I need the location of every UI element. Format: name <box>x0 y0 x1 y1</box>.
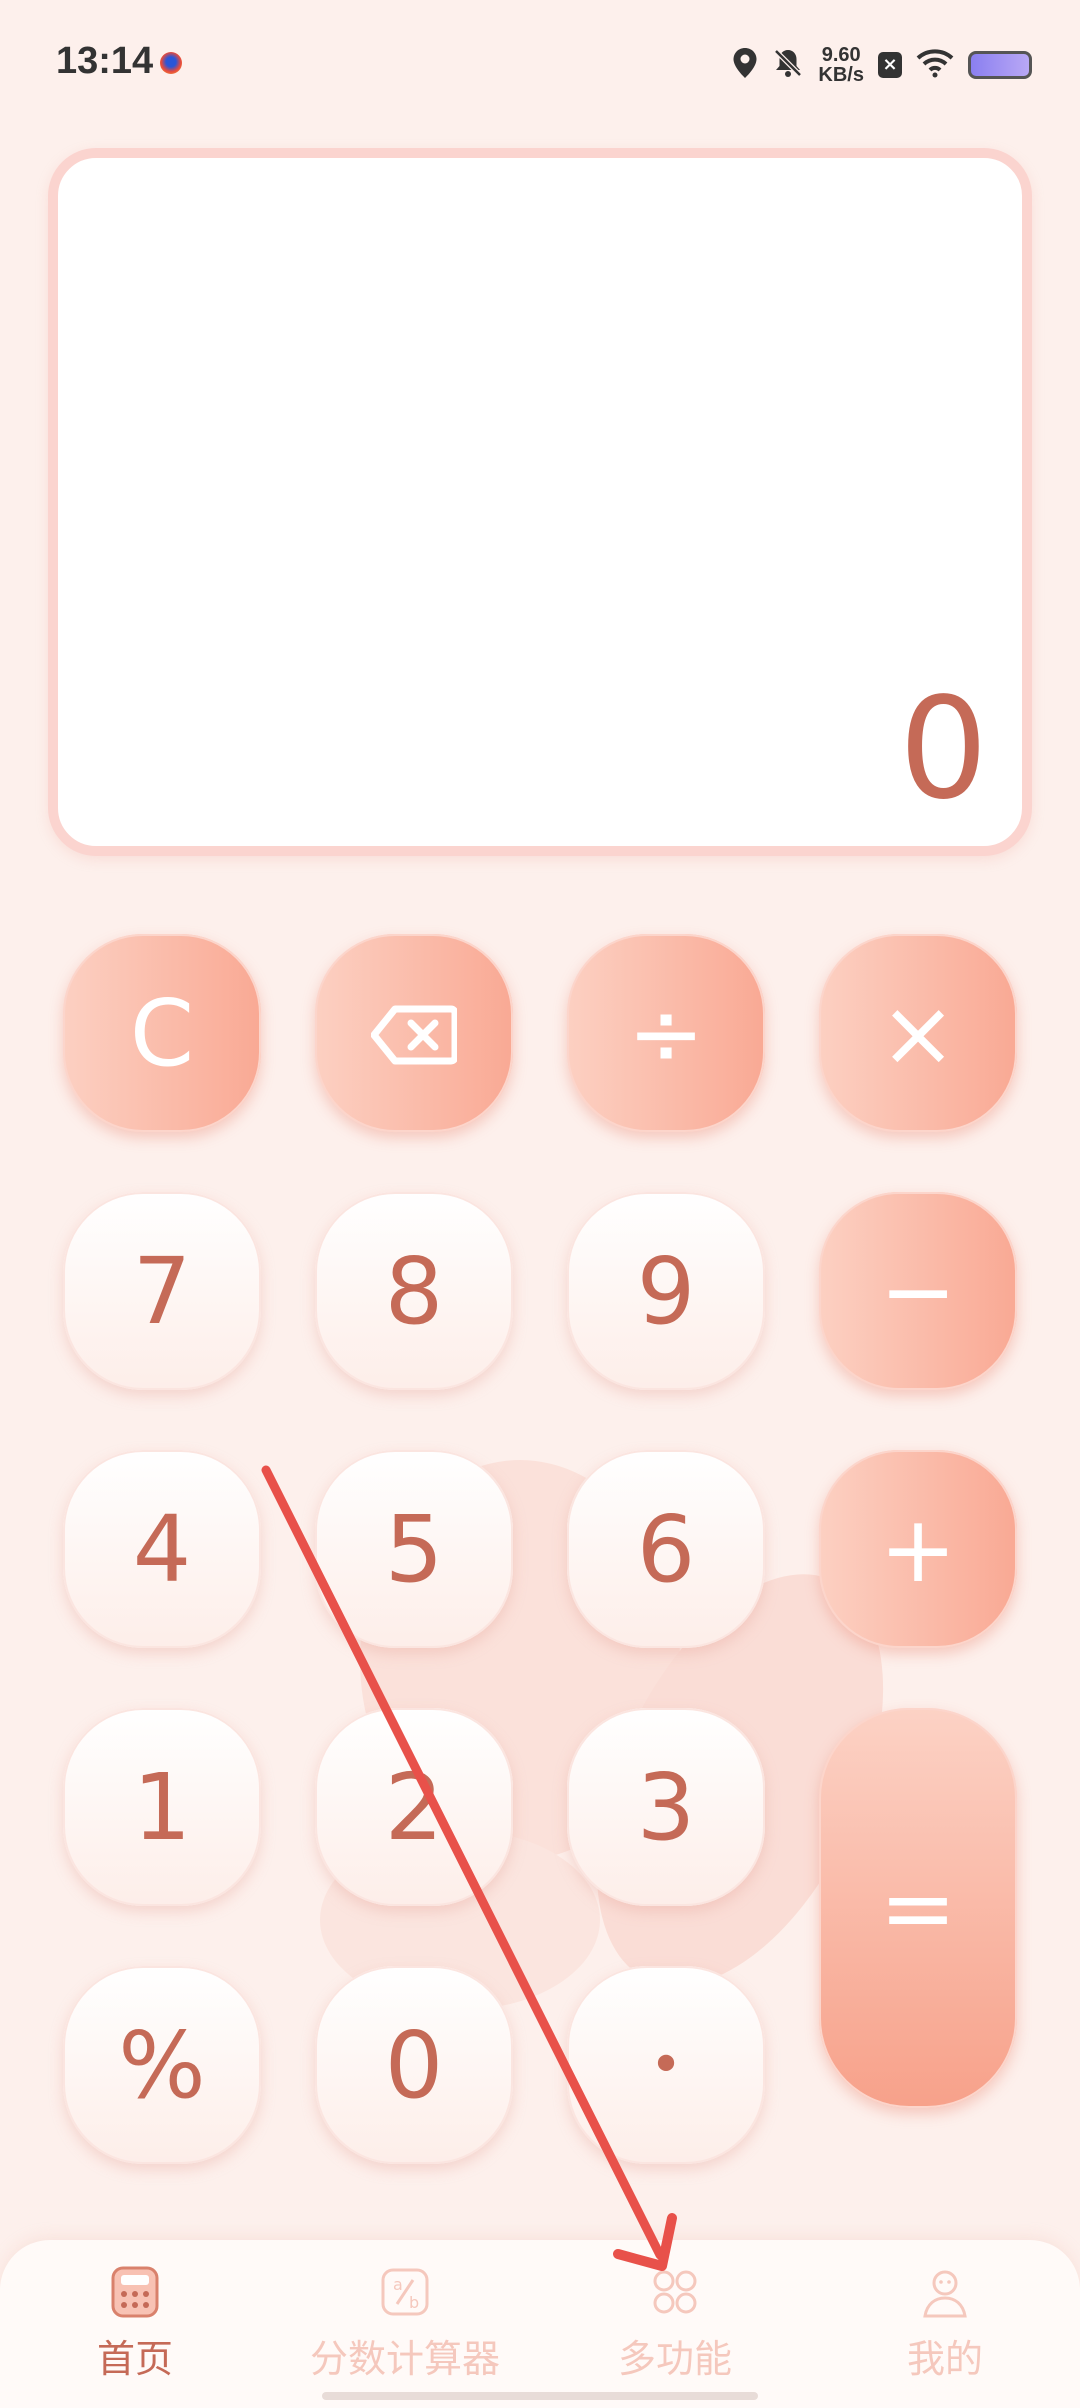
tab-multifunction-label: 多功能 <box>617 2337 732 2381</box>
equals-label: = <box>879 1854 957 1962</box>
equals-button[interactable]: = <box>819 1708 1017 2108</box>
no-sim-icon: × <box>878 52 902 78</box>
decimal-point-label: • <box>649 2032 683 2098</box>
digit-0-button[interactable]: 0 <box>315 1966 513 2164</box>
plus-button[interactable]: + <box>819 1450 1017 1648</box>
network-speed: 9.60 KB/s <box>818 45 864 85</box>
clear-button[interactable]: C <box>63 934 261 1132</box>
fraction-icon: a b <box>381 2268 429 2316</box>
svg-text:b: b <box>409 2293 419 2312</box>
svg-text:a: a <box>393 2275 403 2294</box>
backspace-icon <box>370 980 459 1087</box>
decimal-point-button[interactable]: • <box>567 1966 765 2164</box>
mute-bell-icon <box>772 47 804 83</box>
digit-3-button[interactable]: 3 <box>567 1708 765 1906</box>
tab-multifunction[interactable]: 多功能 <box>555 2264 795 2383</box>
minus-button[interactable]: − <box>819 1192 1017 1390</box>
digit-6-button[interactable]: 6 <box>567 1450 765 1648</box>
display-value: 0 <box>898 668 988 831</box>
tab-home[interactable]: 首页 <box>15 2264 255 2383</box>
digit-7-button[interactable]: 7 <box>63 1192 261 1390</box>
digit-5-label: 5 <box>384 1495 444 1603</box>
grid-icon <box>653 2270 697 2314</box>
location-icon <box>732 47 758 83</box>
multiply-label: × <box>879 979 957 1087</box>
calculator-display: 0 <box>48 148 1032 856</box>
digit-7-label: 7 <box>132 1237 192 1345</box>
tab-home-label: 首页 <box>96 2337 173 2381</box>
percent-label: % <box>118 2011 206 2119</box>
digit-9-label: 9 <box>636 1237 696 1345</box>
divide-label: ÷ <box>627 979 705 1087</box>
app-notification-icon <box>160 52 182 74</box>
backspace-button[interactable] <box>315 934 513 1132</box>
clear-label: C <box>129 979 195 1087</box>
digit-2-button[interactable]: 2 <box>315 1708 513 1906</box>
bottom-tab-bar: 首页 a b 分数计算器 多功能 我的 <box>0 2240 1080 2408</box>
calculator-icon <box>111 2266 159 2318</box>
minus-label: − <box>879 1237 957 1345</box>
status-bar: 13:14 9.60 KB/s × <box>0 0 1080 130</box>
digit-2-label: 2 <box>384 1753 444 1861</box>
digit-6-label: 6 <box>636 1495 696 1603</box>
multiply-button[interactable]: × <box>819 934 1017 1132</box>
tab-fraction-label: 分数计算器 <box>309 2337 500 2381</box>
divide-button[interactable]: ÷ <box>567 934 765 1132</box>
digit-8-button[interactable]: 8 <box>315 1192 513 1390</box>
digit-3-label: 3 <box>636 1753 696 1861</box>
plus-label: + <box>879 1495 957 1603</box>
digit-9-button[interactable]: 9 <box>567 1192 765 1390</box>
digit-4-button[interactable]: 4 <box>63 1450 261 1648</box>
digit-4-label: 4 <box>132 1495 192 1603</box>
percent-button[interactable]: % <box>63 1966 261 2164</box>
wifi-icon <box>916 48 954 82</box>
status-icons: 9.60 KB/s × <box>732 40 1032 90</box>
digit-1-button[interactable]: 1 <box>63 1708 261 1906</box>
battery-icon <box>968 51 1032 79</box>
home-indicator[interactable] <box>322 2392 758 2400</box>
network-speed-unit: KB/s <box>818 64 864 86</box>
tab-fraction-calculator[interactable]: a b 分数计算器 <box>285 2264 525 2383</box>
status-time: 13:14 <box>56 40 154 82</box>
digit-1-label: 1 <box>132 1753 192 1861</box>
tab-profile[interactable]: 我的 <box>825 2264 1065 2383</box>
profile-icon <box>923 2270 967 2318</box>
network-speed-value: 9.60 <box>821 44 861 66</box>
digit-5-button[interactable]: 5 <box>315 1450 513 1648</box>
digit-0-label: 0 <box>384 2011 444 2119</box>
tab-profile-label: 我的 <box>906 2337 983 2381</box>
digit-8-label: 8 <box>384 1237 444 1345</box>
